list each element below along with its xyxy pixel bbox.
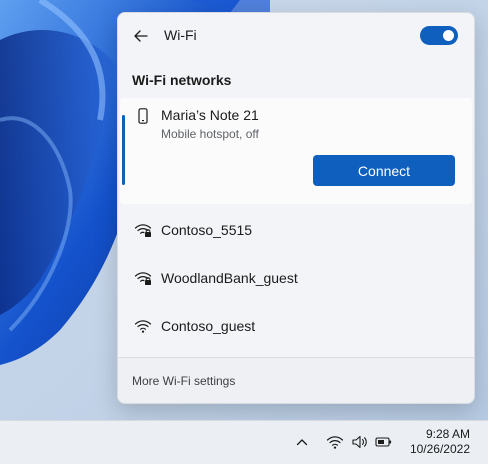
network-item-contoso-5515[interactable]: Contoso_5515 xyxy=(120,208,472,252)
flyout-title: Wi-Fi xyxy=(164,27,197,43)
network-name: WoodlandBank_guest xyxy=(161,270,298,286)
wifi-secured-icon xyxy=(134,269,152,287)
network-item-hotspot[interactable]: Maria’s Note 21 Mobile hotspot, off Conn… xyxy=(120,98,472,204)
network-name: Contoso_5515 xyxy=(161,222,253,238)
volume-icon[interactable] xyxy=(350,432,370,452)
wifi-secured-icon xyxy=(134,221,152,239)
selection-indicator xyxy=(122,115,125,185)
section-title: Wi-Fi networks xyxy=(132,72,232,88)
clock[interactable]: 9:28 AM 10/26/2022 xyxy=(410,427,470,457)
wifi-toggle[interactable] xyxy=(420,26,458,45)
network-status: Mobile hotspot, off xyxy=(161,127,259,141)
flyout-header: Wi-Fi xyxy=(118,13,474,59)
back-arrow-icon xyxy=(134,30,148,42)
chevron-up-icon[interactable] xyxy=(292,432,312,452)
wifi-icon xyxy=(134,317,152,335)
clock-time: 9:28 AM xyxy=(425,427,470,441)
wifi-flyout: Wi-Fi Wi-Fi networks Maria’s Note 21 Mob… xyxy=(117,12,475,404)
phone-icon xyxy=(134,107,152,125)
desktop: Wi-Fi Wi-Fi networks Maria’s Note 21 Mob… xyxy=(0,0,488,464)
back-button[interactable] xyxy=(130,25,152,47)
taskbar: 9:28 AM 10/26/2022 xyxy=(0,420,488,464)
wifi-icon[interactable] xyxy=(325,432,345,452)
toggle-knob xyxy=(443,30,454,41)
network-name: Contoso_guest xyxy=(161,318,256,334)
connect-button[interactable]: Connect xyxy=(313,155,455,186)
network-item-woodlandbank-guest[interactable]: WoodlandBank_guest xyxy=(120,256,472,300)
more-wifi-settings-link[interactable]: More Wi-Fi settings xyxy=(132,374,235,388)
network-item-contoso-guest[interactable]: Contoso_guest xyxy=(120,304,472,348)
flyout-footer: More Wi-Fi settings xyxy=(118,357,474,403)
battery-icon[interactable] xyxy=(374,432,394,452)
network-name: Maria’s Note 21 xyxy=(161,107,259,123)
clock-date: 10/26/2022 xyxy=(409,442,470,456)
